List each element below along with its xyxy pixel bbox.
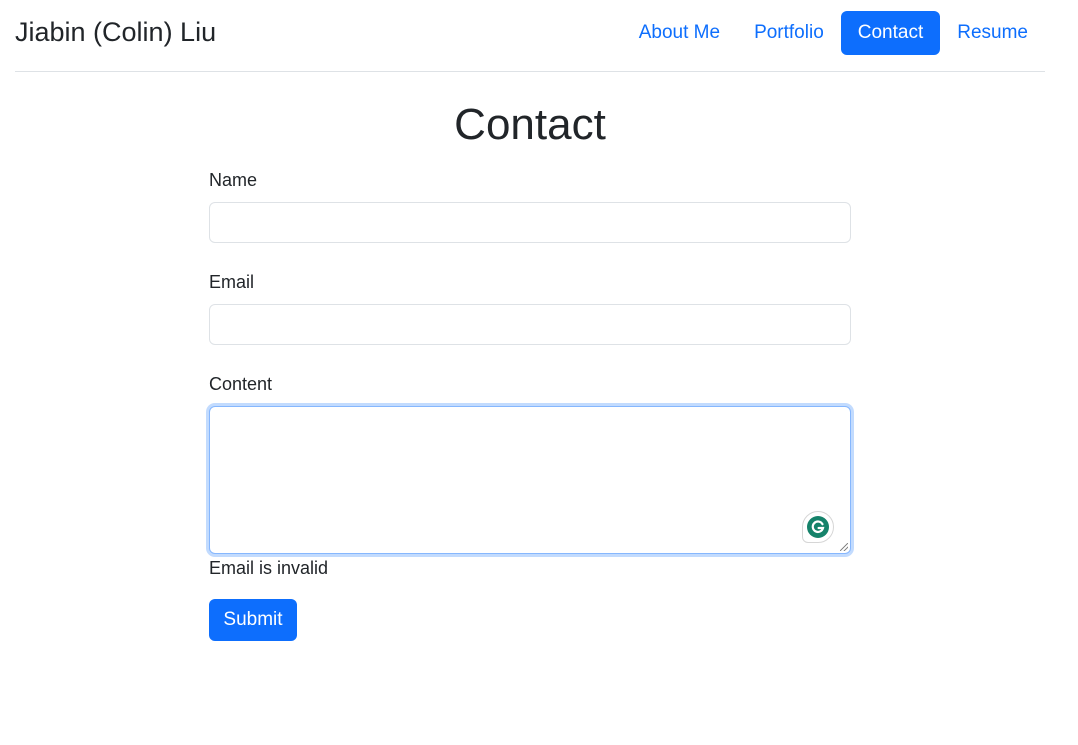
nav-contact[interactable]: Contact (840, 11, 941, 55)
content-textarea[interactable] (209, 406, 851, 554)
nav-menu: About Me Portfolio Contact Resume (622, 11, 1045, 55)
grammarly-logo (807, 516, 829, 538)
navbar: Jiabin (Colin) Liu About Me Portfolio Co… (15, 0, 1045, 72)
name-label: Name (209, 170, 258, 190)
email-field-group: Email (209, 268, 851, 345)
contact-form: Name Email Content (209, 166, 851, 554)
resize-handle-icon[interactable] (840, 543, 848, 551)
email-input[interactable] (209, 304, 851, 345)
content-label: Content (209, 374, 273, 394)
submit-button[interactable]: Submit (209, 599, 297, 641)
nav-portfolio[interactable]: Portfolio (737, 11, 841, 55)
email-label: Email (209, 272, 255, 292)
nav-resume[interactable]: Resume (940, 11, 1045, 55)
page: Jiabin (Colin) Liu About Me Portfolio Co… (0, 0, 1078, 745)
nav-about-me[interactable]: About Me (622, 11, 737, 55)
grammarly-icon[interactable] (802, 511, 834, 543)
name-input[interactable] (209, 202, 851, 243)
content-textarea-wrap (209, 406, 851, 554)
page-title: Contact (454, 100, 606, 149)
site-brand[interactable]: Jiabin (Colin) Liu (15, 14, 216, 50)
email-error-message: Email is invalid (209, 558, 329, 578)
name-field-group: Name (209, 166, 851, 243)
content-field-group: Content (209, 370, 851, 554)
